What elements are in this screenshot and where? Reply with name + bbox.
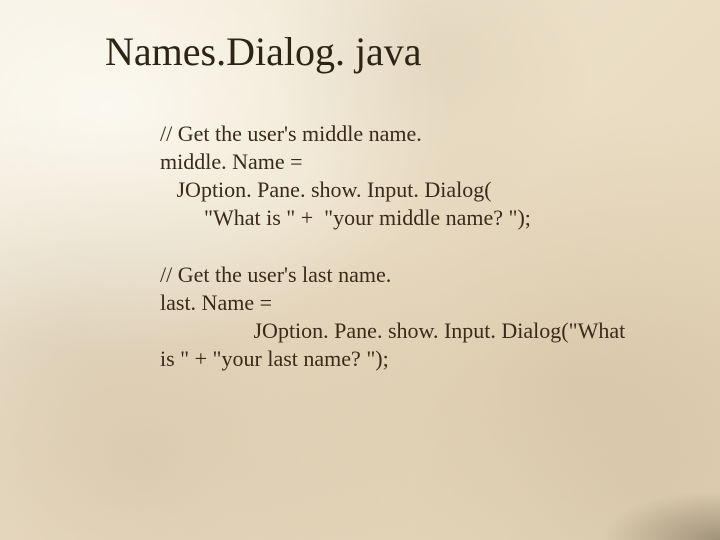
code-line: middle. Name = [160, 148, 640, 176]
code-line: // Get the user's last name. [160, 261, 640, 289]
code-line: JOption. Pane. show. Input. Dialog("What [160, 317, 640, 345]
code-block-last: // Get the user's last name. last. Name … [160, 261, 640, 374]
paper-edge-decoration [600, 490, 720, 540]
code-line: "What is " + "your middle name? "); [160, 204, 640, 232]
code-line: is " + "your last name? "); [160, 345, 640, 373]
code-line: JOption. Pane. show. Input. Dialog( [160, 176, 640, 204]
code-block: // Get the user's middle name. middle. N… [160, 120, 640, 373]
slide: Names.Dialog. java // Get the user's mid… [0, 0, 720, 540]
code-line: // Get the user's middle name. [160, 120, 640, 148]
code-line: last. Name = [160, 289, 640, 317]
slide-title: Names.Dialog. java [105, 28, 422, 75]
code-block-middle: // Get the user's middle name. middle. N… [160, 120, 640, 233]
